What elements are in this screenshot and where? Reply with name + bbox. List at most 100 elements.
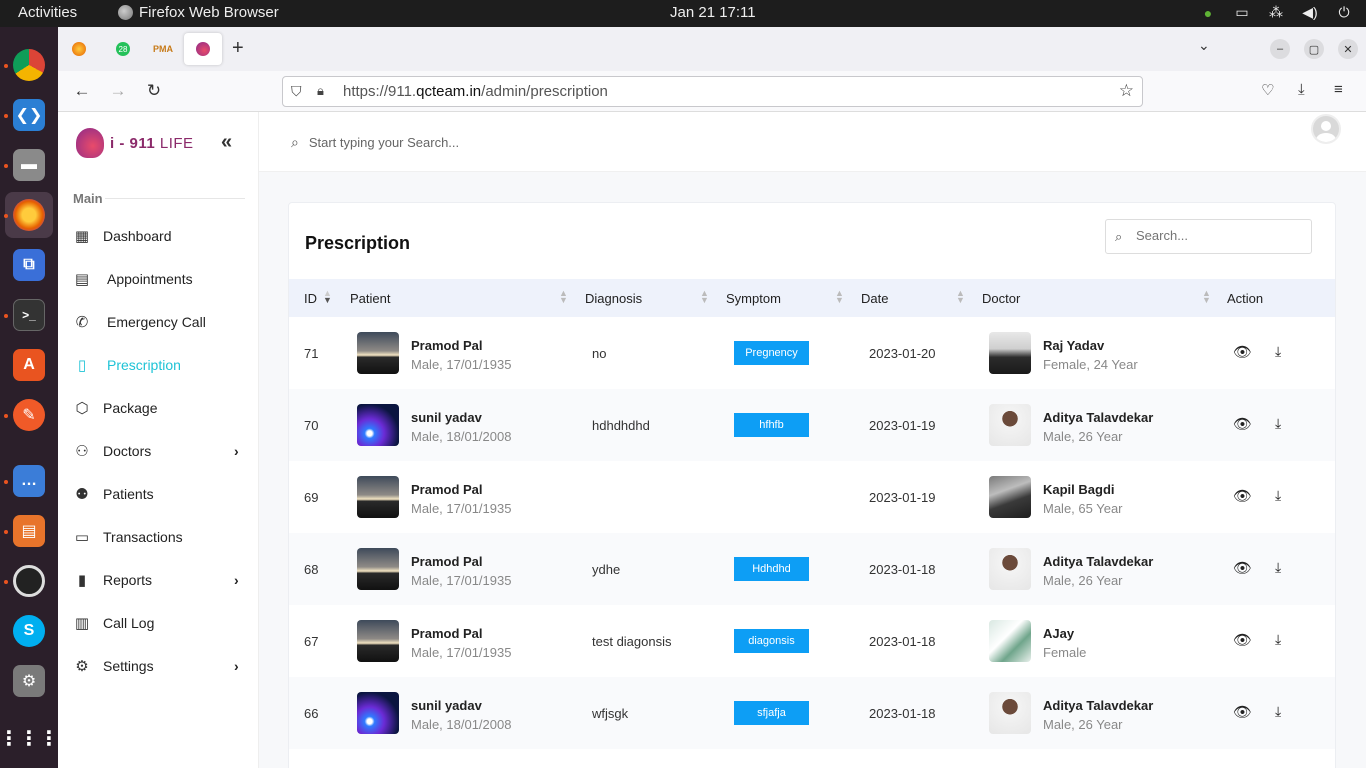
sidebar-item-reports[interactable]: ▮ Reports › bbox=[58, 565, 258, 595]
sort-icon[interactable]: ▲ ▼ bbox=[956, 289, 965, 305]
url-bar[interactable]: ⛉ 🔒︎ https://911.qcteam.in/admin/prescri… bbox=[282, 76, 1143, 107]
tab-pma[interactable]: PMA bbox=[144, 33, 182, 65]
firefox-dock-icon[interactable] bbox=[13, 199, 45, 231]
activities-button[interactable]: Activities bbox=[18, 4, 77, 21]
table-row[interactable]: 67 Pramod Pal Male, 17/01/1935 test diagons… bbox=[289, 605, 1335, 677]
chevron-right-icon[interactable]: › bbox=[234, 443, 239, 459]
doctor-name[interactable]: Aditya Talavdekar bbox=[1043, 410, 1153, 425]
sidebar-item-call-log[interactable]: ▥ Call Log bbox=[58, 608, 258, 638]
sort-icon[interactable]: ▲ ▼ bbox=[1202, 289, 1211, 305]
sort-icon[interactable]: ▲ ▼ bbox=[559, 289, 568, 305]
app-menu[interactable]: Firefox Web Browser bbox=[118, 4, 279, 21]
download-icon[interactable]: ⤓ bbox=[1275, 559, 1281, 576]
sidebar-item-settings[interactable]: ⚙ Settings › bbox=[58, 651, 258, 681]
settings-app-icon[interactable]: ⚙ bbox=[13, 665, 45, 697]
column-header-symptom[interactable]: Symptom bbox=[726, 291, 781, 306]
document-viewer-icon[interactable]: ▤ bbox=[13, 515, 45, 547]
system-tray[interactable]: ● ▭ ⁂ ◀) ⏻ bbox=[1200, 4, 1352, 21]
table-search[interactable]: ⌕ bbox=[1105, 219, 1312, 254]
list-all-tabs-chevron-icon[interactable]: ⌄ bbox=[1198, 37, 1210, 54]
close-window-button[interactable]: ✕ bbox=[1338, 39, 1358, 59]
patient-name[interactable]: Pramod Pal bbox=[411, 338, 483, 353]
chat-icon[interactable]: ▭ bbox=[1234, 4, 1250, 21]
maximize-button[interactable]: ▢ bbox=[1304, 39, 1324, 59]
sidebar-item-transactions[interactable]: ▭ Transactions bbox=[58, 522, 258, 552]
chevron-right-icon[interactable]: › bbox=[234, 572, 239, 588]
tab-active-i911[interactable] bbox=[184, 33, 222, 65]
chevron-right-icon[interactable]: › bbox=[234, 658, 239, 674]
sidebar-item-doctors[interactable]: ⚇ Doctors › bbox=[58, 436, 258, 466]
bookmark-star-icon[interactable]: ☆ bbox=[1119, 81, 1134, 101]
doctor-name[interactable]: AJay bbox=[1043, 626, 1074, 641]
lock-icon[interactable]: 🔒︎ bbox=[317, 83, 324, 99]
sidebar-item-prescription[interactable]: ▯ Prescription bbox=[58, 350, 258, 380]
table-row[interactable]: 71 Pramod Pal Male, 17/01/1935 no 2023-01-20… bbox=[289, 317, 1335, 389]
download-icon[interactable]: ⤓ bbox=[1275, 343, 1281, 360]
vscode-icon[interactable]: ❮❯ bbox=[13, 99, 45, 131]
minimize-button[interactable]: – bbox=[1270, 39, 1290, 59]
doctor-name[interactable]: Aditya Talavdekar bbox=[1043, 554, 1153, 569]
table-row[interactable]: 68 Pramod Pal Male, 17/01/1935 ydhe 2023-01-… bbox=[289, 533, 1335, 605]
global-search-input[interactable] bbox=[308, 135, 609, 150]
sidebar-item-emergency-call[interactable]: ✆ Emergency Call bbox=[58, 307, 258, 337]
sort-icon[interactable]: ▲ ▼ bbox=[700, 289, 709, 305]
table-row[interactable]: 69 Pramod Pal Male, 17/01/1935 2023-01-19 Ka… bbox=[289, 461, 1335, 533]
table-search-input[interactable] bbox=[1136, 228, 1306, 243]
postman-icon[interactable]: ✎ bbox=[13, 399, 45, 431]
tab-badge[interactable]: 28 bbox=[104, 33, 142, 65]
tab-firefox[interactable] bbox=[60, 33, 98, 65]
url-text[interactable]: https://911.qcteam.in/admin/prescription bbox=[343, 83, 608, 100]
doctor-name[interactable]: Aditya Talavdekar bbox=[1043, 698, 1153, 713]
obs-icon[interactable] bbox=[13, 565, 45, 597]
global-search[interactable]: ⌕ bbox=[291, 134, 609, 151]
tracking-shield-icon[interactable]: ⛉ bbox=[291, 83, 302, 100]
volume-icon[interactable]: ◀) bbox=[1302, 4, 1318, 21]
files-icon[interactable]: ▬ bbox=[13, 149, 45, 181]
reload-button[interactable]: ↻ bbox=[144, 81, 164, 101]
app-logo[interactable]: i - 911 LIFE bbox=[76, 128, 194, 158]
menu-hamburger-icon[interactable]: ≡ bbox=[1334, 81, 1343, 98]
patient-name[interactable]: sunil yadav bbox=[411, 698, 482, 713]
sort-icon[interactable]: ▲ ▼ bbox=[835, 289, 844, 305]
doctor-name[interactable]: Raj Yadav bbox=[1043, 338, 1104, 353]
software-center-icon[interactable]: A bbox=[13, 349, 45, 381]
update-icon[interactable]: ● bbox=[1200, 5, 1216, 21]
terminal-icon[interactable]: >_ bbox=[13, 299, 45, 331]
sidebar-item-appointments[interactable]: ▤ Appointments bbox=[58, 264, 258, 294]
view-eye-icon[interactable]: 👁︎ bbox=[1233, 631, 1252, 649]
patient-name[interactable]: Pramod Pal bbox=[411, 626, 483, 641]
chrome-icon[interactable] bbox=[13, 49, 45, 81]
column-header-diagnosis[interactable]: Diagnosis bbox=[585, 291, 642, 306]
patient-name[interactable]: Pramod Pal bbox=[411, 482, 483, 497]
clock[interactable]: Jan 21 17:11 bbox=[670, 4, 756, 21]
user-avatar[interactable] bbox=[1311, 114, 1341, 144]
downloads-icon[interactable]: ⤓ bbox=[1298, 81, 1305, 98]
download-icon[interactable]: ⤓ bbox=[1275, 487, 1281, 504]
power-icon[interactable]: ⏻ bbox=[1336, 4, 1352, 21]
download-icon[interactable]: ⤓ bbox=[1275, 703, 1281, 720]
back-button[interactable]: ← bbox=[72, 81, 92, 101]
remote-desktop-icon[interactable]: ⧉ bbox=[13, 249, 45, 281]
column-header-doctor[interactable]: Doctor bbox=[982, 291, 1020, 306]
table-row[interactable]: 66 sunil yadav Male, 18/01/2008 wfjsgk 2023-… bbox=[289, 677, 1335, 749]
patient-name[interactable]: sunil yadav bbox=[411, 410, 482, 425]
column-header-action[interactable]: Action bbox=[1227, 291, 1263, 306]
column-header-date[interactable]: Date bbox=[861, 291, 888, 306]
collapse-sidebar-icon[interactable]: « bbox=[221, 131, 232, 154]
column-header-patient[interactable]: Patient bbox=[350, 291, 390, 306]
new-tab-button[interactable]: + bbox=[232, 37, 244, 60]
sidebar-item-patients[interactable]: ⚉ Patients bbox=[58, 479, 258, 509]
network-icon[interactable]: ⁂ bbox=[1268, 4, 1284, 21]
doctor-name[interactable]: Kapil Bagdi bbox=[1043, 482, 1115, 497]
view-eye-icon[interactable]: 👁︎ bbox=[1233, 703, 1252, 721]
view-eye-icon[interactable]: 👁︎ bbox=[1233, 559, 1252, 577]
patient-name[interactable]: Pramod Pal bbox=[411, 554, 483, 569]
table-row[interactable]: 70 sunil yadav Male, 18/01/2008 hdhdhdhd 202… bbox=[289, 389, 1335, 461]
forward-button[interactable]: → bbox=[108, 81, 128, 101]
sidebar-item-package[interactable]: ⬡ Package bbox=[58, 393, 258, 423]
app-grid-icon[interactable]: ⋮⋮⋮ bbox=[0, 722, 59, 754]
sidebar-item-dashboard[interactable]: ▦ Dashboard bbox=[58, 221, 258, 251]
column-header-id[interactable]: ID bbox=[304, 291, 317, 306]
view-eye-icon[interactable]: 👁︎ bbox=[1233, 343, 1252, 361]
skype-icon[interactable]: S bbox=[13, 615, 45, 647]
